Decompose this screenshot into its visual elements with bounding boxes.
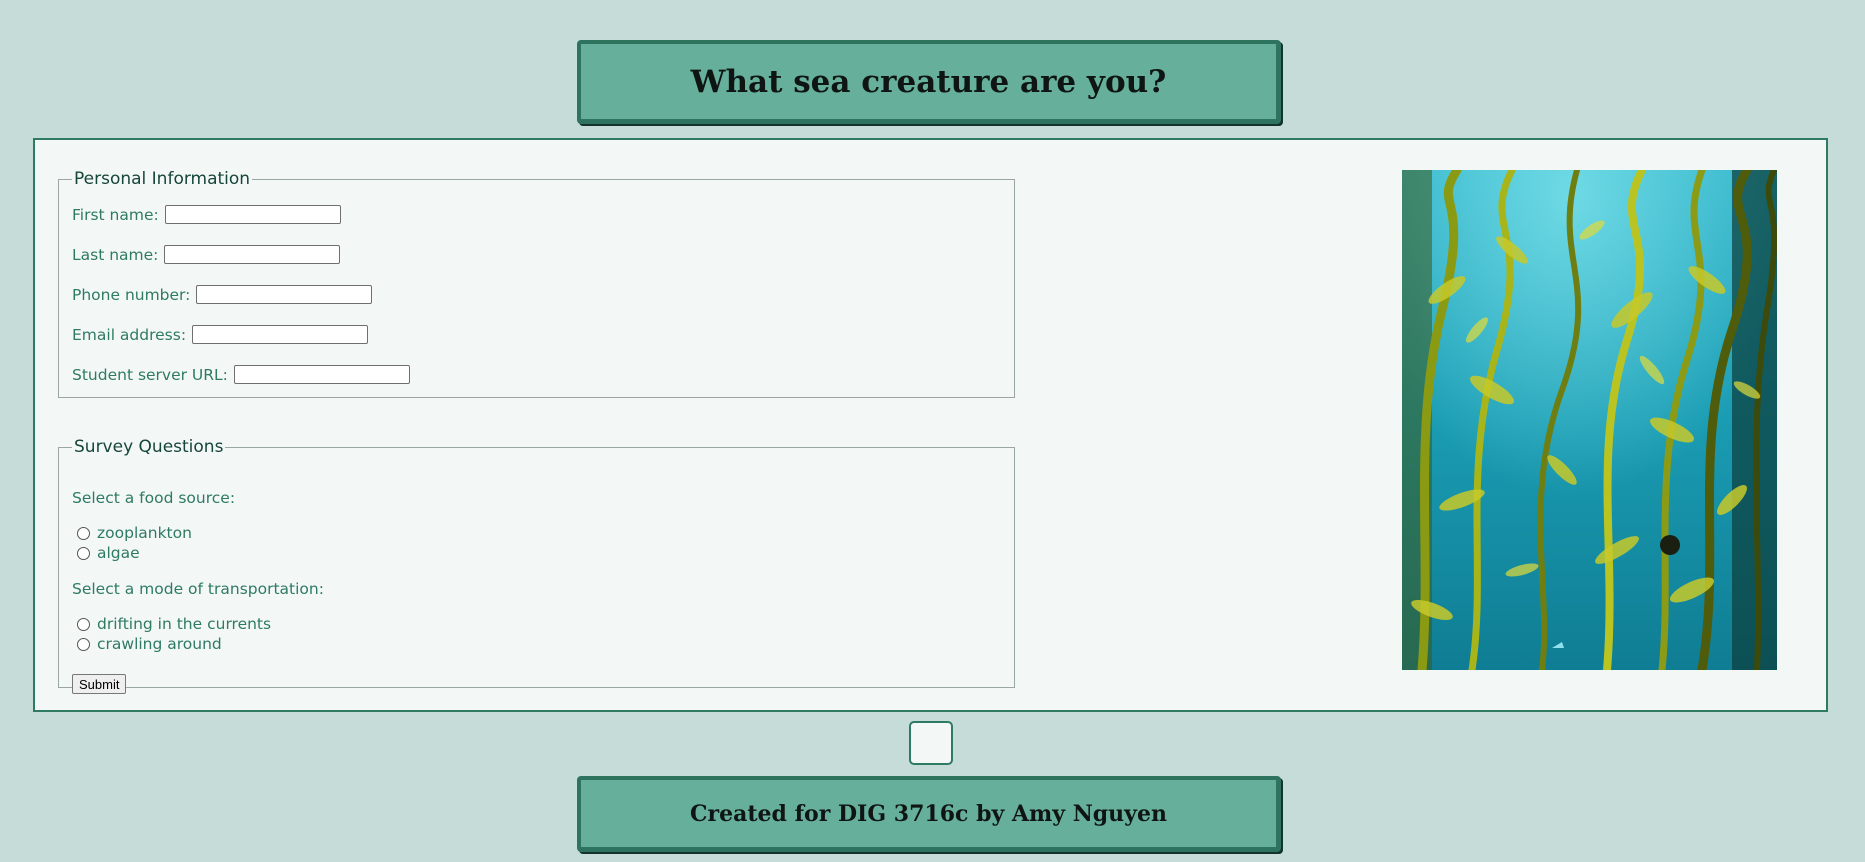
first-name-input[interactable] (164, 205, 341, 224)
student-server-url-row: Student server URL: (72, 365, 410, 384)
email-address-input[interactable] (192, 325, 369, 344)
page-title: What sea creature are you? (690, 63, 1167, 100)
page-header-banner: What sea creature are you? (577, 40, 1281, 124)
phone-number-input[interactable] (196, 285, 373, 304)
phone-number-row: Phone number: (72, 285, 373, 304)
footer-credit: Created for DIG 3716c by Amy Nguyen (690, 800, 1167, 827)
last-name-label: Last name: (72, 245, 159, 264)
drifting-radio[interactable] (77, 617, 90, 631)
personal-information-fieldset: Personal Information First name: Last na… (58, 169, 1015, 398)
page-footer-banner: Created for DIG 3716c by Amy Nguyen (577, 776, 1281, 852)
transportation-question: Select a mode of transportation: (72, 580, 324, 598)
email-address-label: Email address: (72, 325, 187, 344)
zooplankton-label: zooplankton (97, 524, 192, 542)
crawling-label: crawling around (97, 635, 222, 653)
personal-information-legend: Personal Information (74, 169, 251, 189)
submit-button[interactable]: Submit (72, 674, 127, 694)
survey-questions-fieldset: Survey Questions Select a food source: z… (58, 437, 1015, 694)
zooplankton-radio[interactable] (77, 526, 90, 540)
last-name-row: Last name: (72, 245, 341, 264)
student-server-url-label: Student server URL: (72, 365, 228, 384)
phone-number-label: Phone number: (72, 285, 191, 304)
student-server-url-input[interactable] (233, 365, 410, 384)
algae-radio[interactable] (77, 546, 90, 560)
main-content-panel: Personal Information First name: Last na… (33, 138, 1828, 712)
transport-option-crawling[interactable]: crawling around (72, 635, 222, 653)
first-name-label: First name: (72, 205, 159, 224)
last-name-input[interactable] (164, 245, 341, 264)
food-source-question: Select a food source: (72, 489, 236, 507)
survey-questions-legend: Survey Questions (74, 437, 224, 457)
food-option-algae[interactable]: algae (72, 544, 140, 562)
transport-option-drifting[interactable]: drifting in the currents (72, 615, 271, 633)
email-address-row: Email address: (72, 325, 369, 344)
food-option-zooplankton[interactable]: zooplankton (72, 524, 192, 542)
crawling-radio[interactable] (77, 637, 90, 651)
kelp-forest-image (1402, 170, 1777, 670)
algae-label: algae (97, 544, 140, 562)
drifting-label: drifting in the currents (97, 615, 272, 633)
first-name-row: First name: (72, 205, 341, 224)
small-empty-box (909, 721, 953, 765)
